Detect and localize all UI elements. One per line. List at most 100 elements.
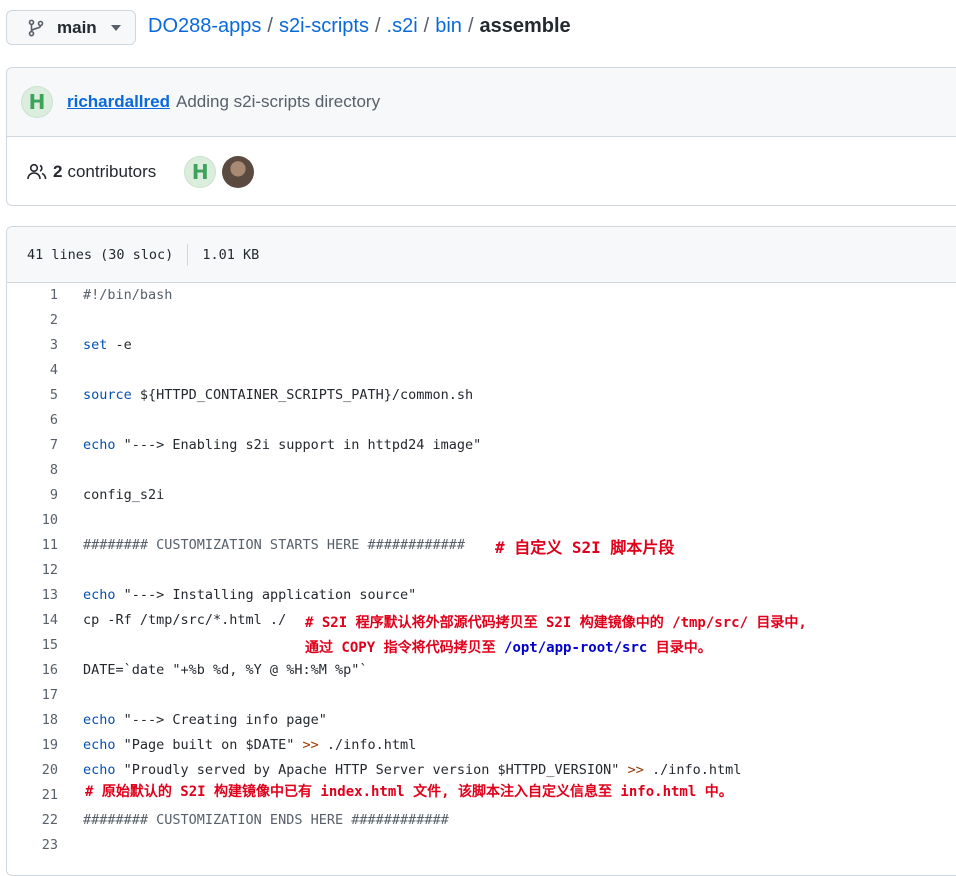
breadcrumb-separator: / — [374, 15, 381, 37]
code-line: 7 echo "---> Enabling s2i support in htt… — [7, 433, 956, 458]
code-line: 2 — [7, 308, 956, 333]
line-number[interactable]: 6 — [7, 408, 58, 433]
breadcrumb-separator: / — [423, 15, 430, 37]
code-fragment: ./info.html — [643, 762, 742, 778]
code-keyword: echo — [83, 712, 116, 728]
code-text: echo "Page built on $DATE" >> ./info.htm… — [83, 733, 416, 758]
code-string: "---> Creating info page" — [115, 712, 327, 728]
avatar-icon[interactable]: H — [184, 156, 217, 188]
code-line: 3 set -e — [7, 333, 956, 358]
code-text: #!/bin/bash — [83, 283, 172, 308]
line-number[interactable]: 5 — [7, 383, 58, 408]
code-keyword: echo — [83, 762, 116, 778]
author-avatar[interactable]: H — [21, 86, 53, 118]
people-icon — [27, 163, 47, 180]
line-number[interactable]: 22 — [7, 808, 58, 833]
breadcrumb-current-file: assemble — [479, 15, 571, 37]
code-line: 9 config_s2i — [7, 483, 956, 508]
line-number[interactable]: 12 — [7, 558, 58, 583]
file-line-count: 41 lines (30 sloc) — [27, 246, 174, 263]
line-number[interactable]: 16 — [7, 658, 58, 683]
line-number[interactable]: 14 — [7, 608, 58, 633]
commit-author-link[interactable]: richardallred — [67, 92, 170, 112]
breadcrumb-separator: / — [467, 15, 474, 37]
line-number[interactable]: 10 — [7, 508, 58, 533]
breadcrumb-link-s2i[interactable]: .s2i — [387, 15, 418, 37]
code-comment: #!/bin/bash — [83, 287, 173, 303]
code-comment: ######## CUSTOMIZATION STARTS HERE #####… — [83, 537, 466, 553]
latest-commit-row: H richardallred Adding s2i-scripts direc… — [7, 68, 956, 137]
code-line: 18 echo "---> Creating info page" — [7, 708, 956, 733]
code-text: echo "---> Creating info page" — [83, 708, 327, 733]
code-operator: >> — [302, 737, 319, 753]
code-line: 6 — [7, 408, 956, 433]
annotation-path: /opt/app-root/src — [504, 640, 648, 656]
code-line: 17 — [7, 683, 956, 708]
line-number[interactable]: 18 — [7, 708, 58, 733]
line-number[interactable]: 2 — [7, 308, 58, 333]
code-line: 5 source ${HTTPD_CONTAINER_SCRIPTS_PATH}… — [7, 383, 956, 408]
code-line: 4 — [7, 358, 956, 383]
annotation-custom-snippet: # 自定义 S2I 脚本片段 — [495, 538, 675, 557]
file-viewer: 41 lines (30 sloc) 1.01 KB 1 #!/bin/bash… — [6, 226, 956, 876]
header-divider — [187, 243, 189, 266]
contributors-label[interactable]: contributors — [67, 162, 156, 182]
line-number[interactable]: 17 — [7, 683, 58, 708]
contributor-avatars: H — [184, 156, 255, 188]
line-number[interactable]: 21 — [7, 783, 58, 808]
line-number[interactable]: 15 — [7, 633, 58, 658]
code-line: 22 ######## CUSTOMIZATION ENDS HERE ####… — [7, 808, 956, 833]
annotation-text: 通过 COPY 指令将代码拷贝至 — [305, 640, 505, 656]
code-line: 20 echo "Proudly served by Apache HTTP S… — [7, 758, 956, 783]
breadcrumb: DO288-apps / s2i-scripts / .s2i / bin / assemble — [148, 15, 571, 38]
code-line: 10 — [7, 508, 956, 533]
file-header: 41 lines (30 sloc) 1.01 KB — [7, 227, 956, 283]
annotation-source-copy: # S2I 程序默认将外部源代码拷贝至 S2I 构建镜像中的 /tmp/src/… — [305, 615, 807, 631]
line-number[interactable]: 9 — [7, 483, 58, 508]
line-number[interactable]: 3 — [7, 333, 58, 358]
code-line: 15 通过 COPY 指令将代码拷贝至 /opt/app-root/src 目录… — [7, 633, 956, 658]
line-number[interactable]: 11 — [7, 533, 58, 558]
line-number[interactable]: 7 — [7, 433, 58, 458]
code-string: "Proudly served by Apache HTTP Server ve… — [115, 762, 628, 778]
code-text: ######## CUSTOMIZATION ENDS HERE #######… — [83, 808, 449, 833]
code-string: "Page built on $DATE" — [115, 737, 303, 753]
line-number[interactable]: 1 — [7, 283, 58, 308]
code-comment: ######## CUSTOMIZATION ENDS HERE #######… — [83, 812, 449, 828]
commit-info-box: H richardallred Adding s2i-scripts direc… — [6, 67, 956, 206]
code-text: source ${HTTPD_CONTAINER_SCRIPTS_PATH}/c… — [83, 383, 473, 408]
code-keyword: set — [83, 337, 108, 353]
breadcrumb-repo-link[interactable]: DO288-apps — [148, 15, 261, 37]
contributors-count[interactable]: 2 — [53, 162, 62, 182]
line-number[interactable]: 19 — [7, 733, 58, 758]
contributors-row: 2 contributors H — [7, 137, 956, 205]
code-text: cp -Rf /tmp/src/*.html ./ — [83, 612, 287, 628]
avatar-icon[interactable] — [222, 156, 255, 188]
line-number[interactable]: 23 — [7, 833, 58, 858]
code-keyword: echo — [83, 587, 116, 603]
commit-message[interactable]: Adding s2i-scripts directory — [176, 92, 380, 112]
line-number[interactable]: 13 — [7, 583, 58, 608]
code-text: config_s2i — [83, 487, 165, 503]
code-text: echo "---> Enabling s2i support in httpd… — [83, 433, 481, 458]
code-string: "---> Enabling s2i support in httpd24 im… — [115, 437, 482, 453]
annotation-info-page: # 原始默认的 S2I 构建镜像中已有 index.html 文件, 该脚本注入… — [85, 784, 733, 800]
code-line: 11 ######## CUSTOMIZATION STARTS HERE ##… — [7, 533, 956, 558]
code-text: set -e — [83, 333, 132, 358]
code-line: 8 — [7, 458, 956, 483]
code-line: 12 — [7, 558, 956, 583]
breadcrumb-link-s2i-scripts[interactable]: s2i-scripts — [279, 15, 369, 37]
breadcrumb-link-bin[interactable]: bin — [435, 15, 462, 37]
code-line: 16 DATE=`date "+%b %d, %Y @ %H:%M %p"` — [7, 658, 956, 683]
code-text: echo "Proudly served by Apache HTTP Serv… — [83, 758, 741, 783]
code-text: ######## CUSTOMIZATION STARTS HERE #####… — [83, 533, 465, 558]
annotation-copy-directive: 通过 COPY 指令将代码拷贝至 /opt/app-root/src 目录中。 — [305, 637, 712, 657]
caret-down-icon — [110, 24, 121, 31]
git-branch-icon — [28, 19, 44, 36]
line-number[interactable]: 8 — [7, 458, 58, 483]
line-number[interactable]: 4 — [7, 358, 58, 383]
code-text: echo "---> Installing application source… — [83, 583, 416, 608]
branch-name: main — [57, 17, 97, 37]
line-number[interactable]: 20 — [7, 758, 58, 783]
branch-selector-button[interactable]: main — [6, 10, 136, 45]
